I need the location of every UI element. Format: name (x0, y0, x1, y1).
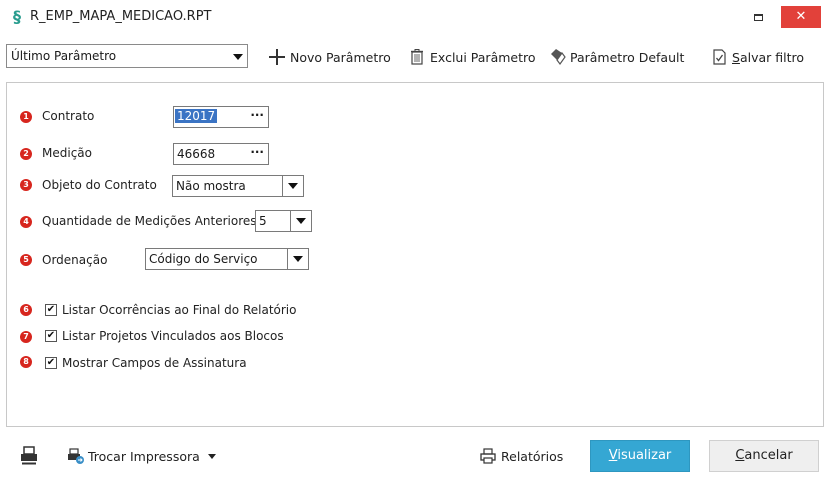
eraser-icon (548, 48, 566, 66)
list-projects-checkbox[interactable]: ✔ (45, 330, 57, 342)
previous-measurements-select[interactable]: 5 (255, 210, 312, 232)
chevron-down-icon (282, 176, 303, 196)
maximize-icon (753, 14, 763, 21)
new-parameter-button[interactable]: Novo Parâmetro (268, 46, 391, 68)
cancel-button[interactable]: Cancelar (709, 440, 819, 472)
chevron-down-icon (233, 54, 243, 60)
previous-measurements-label: Quantidade de Medições Anteriores (42, 214, 257, 228)
contract-value: 12017 (175, 109, 218, 123)
measurement-label: Medição (42, 146, 92, 160)
change-printer-button[interactable]: Trocar Impressora (66, 445, 216, 467)
save-filter-button[interactable]: Salvar filtro (710, 46, 804, 68)
chevron-down-icon (287, 249, 308, 269)
measurement-field[interactable]: 46668 ··· (173, 143, 269, 165)
step-badge-5: 5 (20, 254, 32, 266)
delete-parameter-button[interactable]: Exclui Parâmetro (408, 46, 536, 68)
parameter-select[interactable]: Último Parâmetro (6, 44, 248, 68)
signature-fields-checkbox[interactable]: ✔ (45, 357, 57, 369)
step-badge-4: 4 (20, 216, 32, 228)
ordering-select[interactable]: Código do Serviço (145, 248, 309, 270)
chevron-down-icon (207, 453, 216, 459)
contract-label: Contrato (42, 109, 95, 123)
printer-setup-icon[interactable] (18, 444, 40, 466)
previous-measurements-value: 5 (259, 214, 267, 228)
list-projects-label: Listar Projetos Vinculados aos Blocos (62, 329, 284, 343)
reports-label: Relatórios (501, 448, 564, 464)
parameter-select-value: Último Parâmetro (11, 49, 117, 63)
measurement-value: 46668 (177, 147, 216, 161)
parameters-panel (6, 82, 824, 427)
new-parameter-label: Novo Parâmetro (290, 49, 391, 65)
step-badge-3: 3 (20, 179, 32, 191)
reports-button[interactable]: Relatórios (479, 445, 563, 467)
default-parameter-label: Parâmetro Default (570, 49, 685, 65)
close-button[interactable]: ✕ (781, 6, 821, 28)
step-badge-2: 2 (20, 148, 32, 160)
ellipsis-icon[interactable]: ··· (250, 145, 264, 159)
step-badge-8: 8 (20, 356, 32, 368)
visualize-button[interactable]: Visualizar (590, 440, 690, 472)
default-parameter-button[interactable]: Parâmetro Default (548, 46, 684, 68)
step-badge-1: 1 (20, 111, 32, 123)
printer-icon (479, 447, 497, 465)
window-title: R_EMP_MAPA_MEDICAO.RPT (30, 9, 212, 24)
contract-field[interactable]: 12017 ··· (173, 106, 269, 128)
delete-parameter-label: Exclui Parâmetro (430, 49, 536, 65)
printer-swap-icon (66, 447, 84, 465)
contract-object-label: Objeto do Contrato (42, 178, 157, 192)
change-printer-label: Trocar Impressora (88, 448, 200, 464)
ordering-value: Código do Serviço (149, 252, 258, 266)
maximize-button[interactable] (743, 9, 773, 27)
ordering-label: Ordenação (42, 253, 108, 267)
document-check-icon (710, 48, 728, 66)
ellipsis-icon[interactable]: ··· (250, 108, 264, 122)
contract-object-select[interactable]: Não mostra (172, 175, 304, 197)
step-badge-7: 7 (20, 331, 32, 343)
plus-icon (268, 48, 286, 66)
list-occurrences-label: Listar Ocorrências ao Final do Relatório (62, 303, 297, 317)
trash-icon (408, 48, 426, 66)
signature-fields-label: Mostrar Campos de Assinatura (62, 356, 247, 370)
contract-object-value: Não mostra (176, 179, 246, 193)
title-bar: § R_EMP_MAPA_MEDICAO.RPT ✕ (0, 0, 829, 34)
chevron-down-icon (290, 211, 311, 231)
list-occurrences-checkbox[interactable]: ✔ (45, 304, 57, 316)
step-badge-6: 6 (20, 304, 32, 316)
app-logo-icon: § (13, 7, 21, 26)
save-filter-label: Salvar filtro (732, 49, 804, 65)
